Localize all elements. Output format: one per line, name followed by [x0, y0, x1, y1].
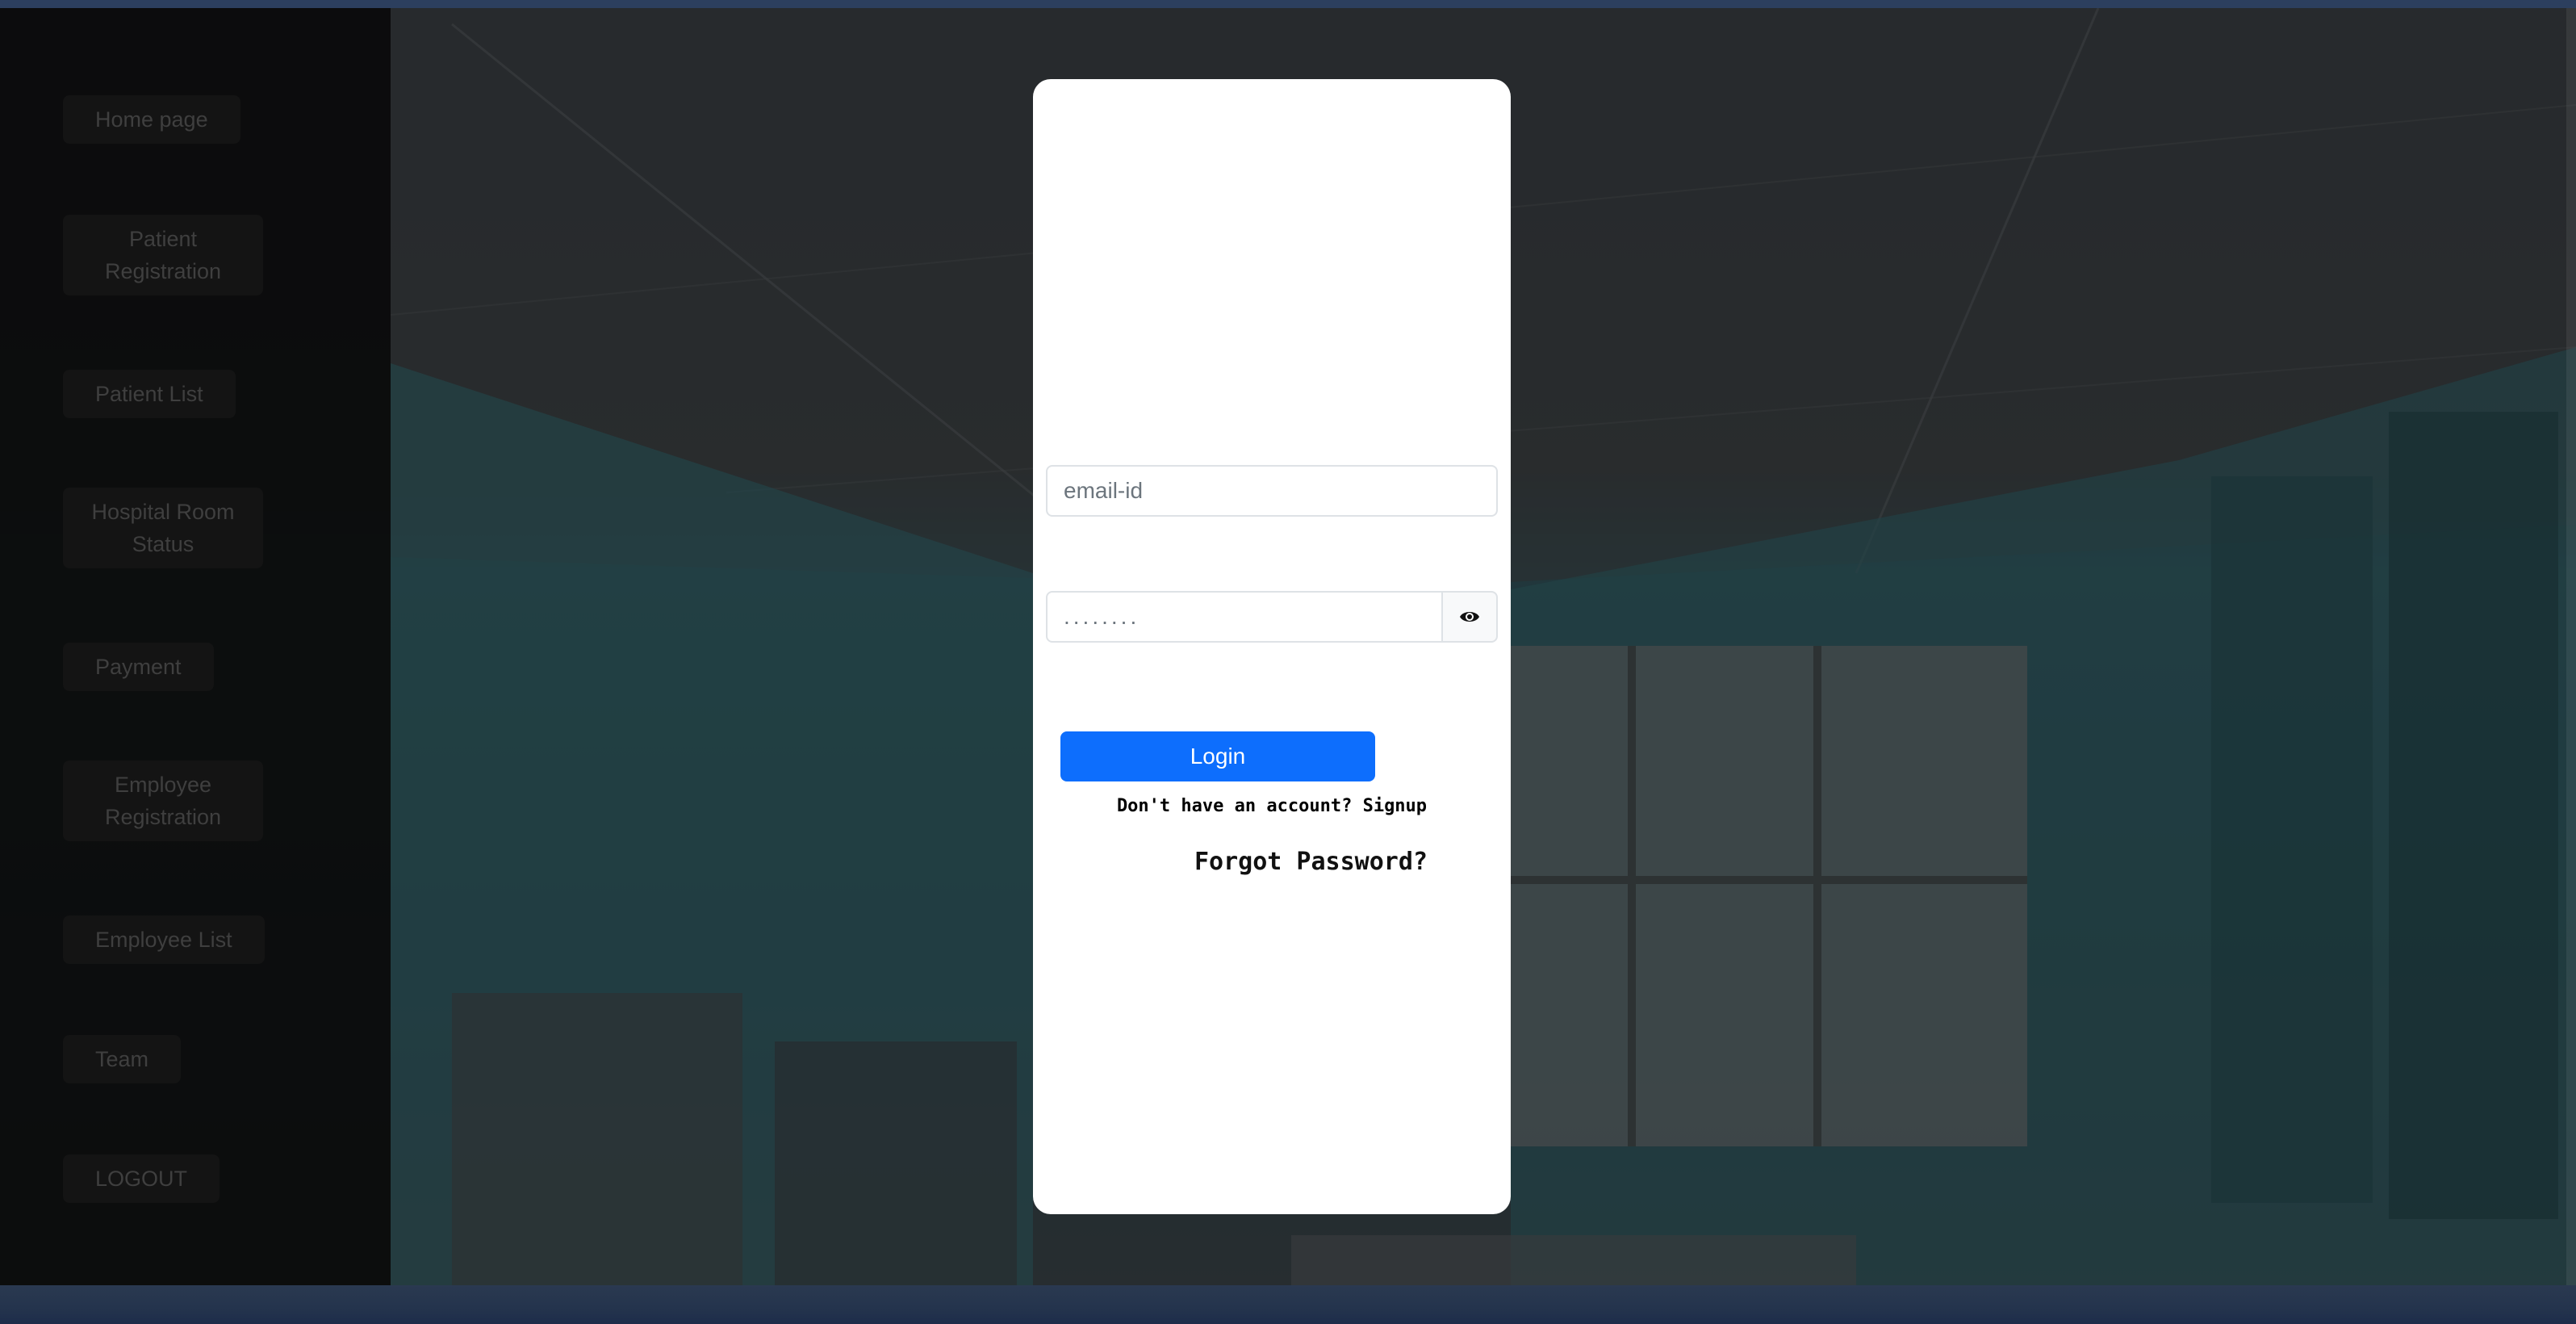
signup-prompt: Don't have an account? Signup	[1033, 796, 1511, 816]
sidebar-item-home[interactable]: Home page	[63, 95, 240, 144]
sidebar-item-hospital-room-status[interactable]: Hospital Room Status	[63, 488, 263, 568]
sidebar-item-employee-list[interactable]: Employee List	[63, 915, 265, 964]
eye-icon	[1460, 612, 1479, 622]
window-top-border	[0, 0, 2576, 8]
password-input[interactable]	[1048, 593, 1441, 641]
sidebar-item-patient-registration[interactable]: Patient Registration	[63, 215, 263, 295]
forgot-password-link[interactable]: Forgot Password?	[1194, 848, 1428, 876]
email-input[interactable]	[1048, 467, 1496, 515]
signup-link[interactable]: Don't have an account? Signup	[1117, 796, 1427, 816]
app-viewport: Home page Patient Registration Patient L…	[0, 8, 2576, 1285]
scrollbar[interactable]	[2566, 8, 2576, 1285]
password-toggle-button[interactable]	[1441, 591, 1498, 643]
login-card: Login Don't have an account? Signup Forg…	[1033, 79, 1511, 1214]
sidebar-item-patient-list[interactable]: Patient List	[63, 370, 236, 418]
sidebar-item-employee-registration[interactable]: Employee Registration	[63, 760, 263, 841]
window-bottom-bar	[0, 1285, 2576, 1324]
password-field[interactable]	[1046, 591, 1443, 643]
sidebar-item-team[interactable]: Team	[63, 1035, 182, 1083]
sidebar-item-payment[interactable]: Payment	[63, 643, 214, 691]
login-button[interactable]: Login	[1060, 731, 1375, 781]
email-field[interactable]	[1046, 465, 1498, 517]
sidebar-item-logout[interactable]: LOGOUT	[63, 1154, 220, 1203]
sidebar: Home page Patient Registration Patient L…	[0, 8, 391, 1285]
